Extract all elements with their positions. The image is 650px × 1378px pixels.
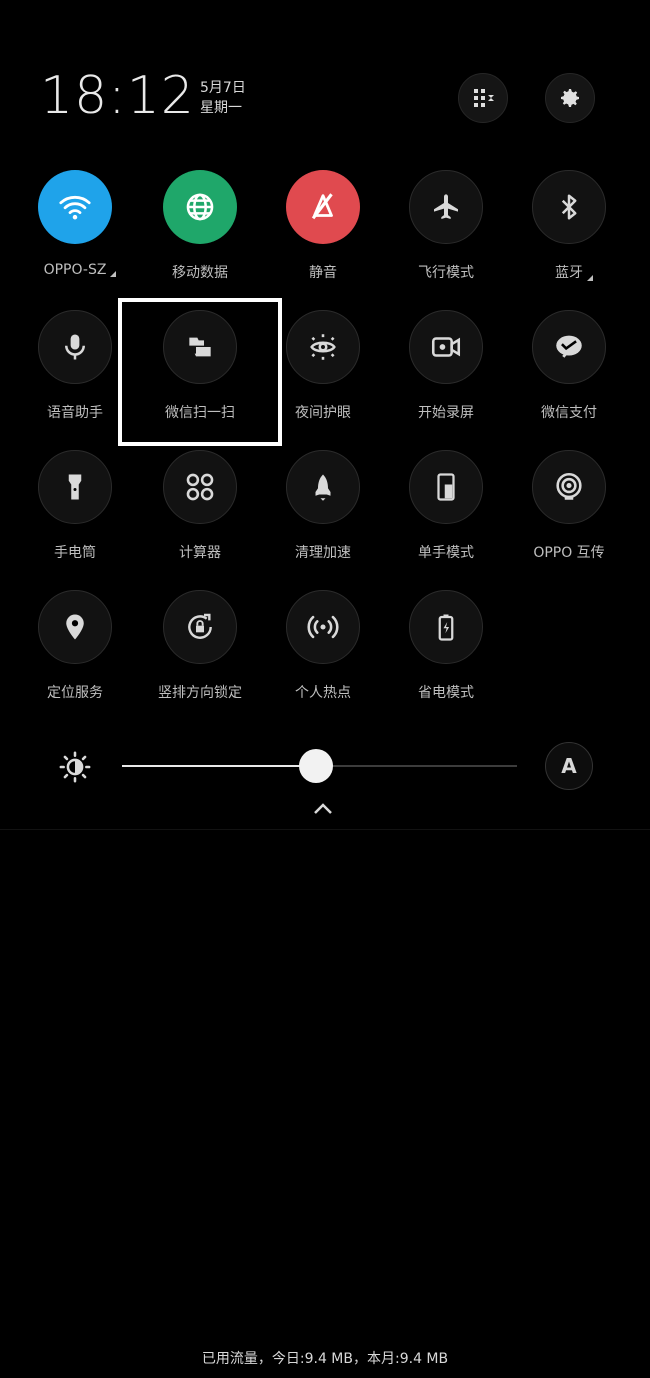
tile-label: 定位服务 xyxy=(47,685,103,701)
tile-flashlight[interactable]: 手电筒 xyxy=(20,450,130,570)
brightness-row: A xyxy=(0,740,650,800)
location-icon xyxy=(66,614,84,640)
tile-voice-assistant[interactable]: 语音助手 xyxy=(20,310,130,430)
tile-rotation-lock-button[interactable] xyxy=(163,590,237,664)
share-icon xyxy=(556,472,582,500)
rotation-lock-icon xyxy=(188,613,212,639)
wechat-pay-icon xyxy=(556,335,582,358)
tile-hotspot-button[interactable] xyxy=(286,590,360,664)
battery-saver-icon xyxy=(438,614,454,641)
chevron-up-icon[interactable] xyxy=(311,800,335,818)
tile-wifi-button[interactable] xyxy=(38,170,112,244)
tile-bluetooth-button[interactable] xyxy=(532,170,606,244)
tile-calculator[interactable]: 计算器 xyxy=(145,450,255,570)
tile-silent-button[interactable] xyxy=(286,170,360,244)
tile-label: 微信支付 xyxy=(541,405,597,421)
tile-label: 开始录屏 xyxy=(418,405,474,421)
panel-divider xyxy=(0,829,650,830)
tile-label: 个人热点 xyxy=(295,685,351,701)
tile-mobile-data-button[interactable] xyxy=(163,170,237,244)
globe-icon xyxy=(186,193,214,221)
tile-flashlight-button[interactable] xyxy=(38,450,112,524)
tile-wechat-pay[interactable]: 微信支付 xyxy=(514,310,624,430)
tile-night-eye-button[interactable] xyxy=(286,310,360,384)
tile-label: 飞行模式 xyxy=(418,265,474,281)
airplane-icon xyxy=(434,194,458,219)
tile-voice-assistant-button[interactable] xyxy=(38,310,112,384)
data-usage-text: 已用流量，今日:9.4 MB，本月:9.4 MB xyxy=(201,1351,449,1367)
gear-icon xyxy=(561,89,579,107)
date-text: 5月7日 xyxy=(200,80,246,96)
tile-label: 单手模式 xyxy=(418,545,474,561)
calculator-icon xyxy=(186,473,214,501)
tile-label: OPPO-SZ xyxy=(44,262,117,278)
eye-icon xyxy=(310,334,336,360)
tile-oppo-share-button[interactable] xyxy=(532,450,606,524)
tile-label: 省电模式 xyxy=(418,685,474,701)
brightness-slider[interactable] xyxy=(122,749,517,783)
tile-airplane[interactable]: 飞行模式 xyxy=(391,170,501,290)
hotspot-icon xyxy=(307,615,339,639)
tile-wifi[interactable]: OPPO-SZ xyxy=(20,170,130,290)
silent-icon xyxy=(311,193,333,220)
tile-label: OPPO 互传 xyxy=(533,545,605,561)
tile-calculator-button[interactable] xyxy=(163,450,237,524)
clock-time: 18:12 xyxy=(40,66,195,126)
tile-mobile-data[interactable]: 移动数据 xyxy=(145,170,255,290)
tile-silent[interactable]: 静音 xyxy=(268,170,378,290)
tile-battery-saver[interactable]: 省电模式 xyxy=(391,590,501,710)
tile-screen-record-button[interactable] xyxy=(409,310,483,384)
tile-location[interactable]: 定位服务 xyxy=(20,590,130,710)
tile-night-eye[interactable]: 夜间护眼 xyxy=(268,310,378,430)
highlight-box xyxy=(118,298,282,446)
tile-location-button[interactable] xyxy=(38,590,112,664)
grid-icon xyxy=(474,89,494,107)
brightness-slider-thumb[interactable] xyxy=(298,749,333,783)
weekday-text: 星期一 xyxy=(200,100,242,116)
one-hand-icon xyxy=(437,473,455,501)
tile-label: 夜间护眼 xyxy=(295,405,351,421)
tile-label: 语音助手 xyxy=(47,405,103,421)
flashlight-icon xyxy=(68,474,82,500)
tile-label: 手电筒 xyxy=(54,545,96,561)
rocket-icon xyxy=(315,474,331,501)
tile-label: 静音 xyxy=(309,265,337,281)
tile-cleanup-button[interactable] xyxy=(286,450,360,524)
screen-record-icon xyxy=(431,337,461,357)
tile-rotation-lock[interactable]: 竖排方向锁定 xyxy=(145,590,255,710)
tile-label: 计算器 xyxy=(179,545,221,561)
brightness-slider-fill xyxy=(122,765,316,767)
date-block: 5月7日 星期一 xyxy=(200,78,246,118)
tile-label: 清理加速 xyxy=(295,545,351,561)
tile-one-hand-button[interactable] xyxy=(409,450,483,524)
tile-wechat-pay-button[interactable] xyxy=(532,310,606,384)
tile-bluetooth[interactable]: 蓝牙 xyxy=(514,170,624,290)
settings-button[interactable] xyxy=(545,73,595,123)
tile-one-hand[interactable]: 单手模式 xyxy=(391,450,501,570)
brightness-icon xyxy=(59,751,91,783)
auto-brightness-button[interactable]: A xyxy=(545,742,593,790)
microphone-icon xyxy=(65,334,85,360)
tile-label: 移动数据 xyxy=(172,265,228,281)
edit-tiles-button[interactable] xyxy=(458,73,508,123)
bluetooth-icon xyxy=(561,194,577,220)
tile-hotspot[interactable]: 个人热点 xyxy=(268,590,378,710)
tile-cleanup[interactable]: 清理加速 xyxy=(268,450,378,570)
tile-airplane-button[interactable] xyxy=(409,170,483,244)
wifi-icon xyxy=(59,195,91,220)
tile-oppo-share[interactable]: OPPO 互传 xyxy=(514,450,624,570)
tile-label: 蓝牙 xyxy=(555,262,593,282)
tile-label: 竖排方向锁定 xyxy=(158,685,242,701)
tile-battery-saver-button[interactable] xyxy=(409,590,483,664)
tile-screen-record[interactable]: 开始录屏 xyxy=(391,310,501,430)
